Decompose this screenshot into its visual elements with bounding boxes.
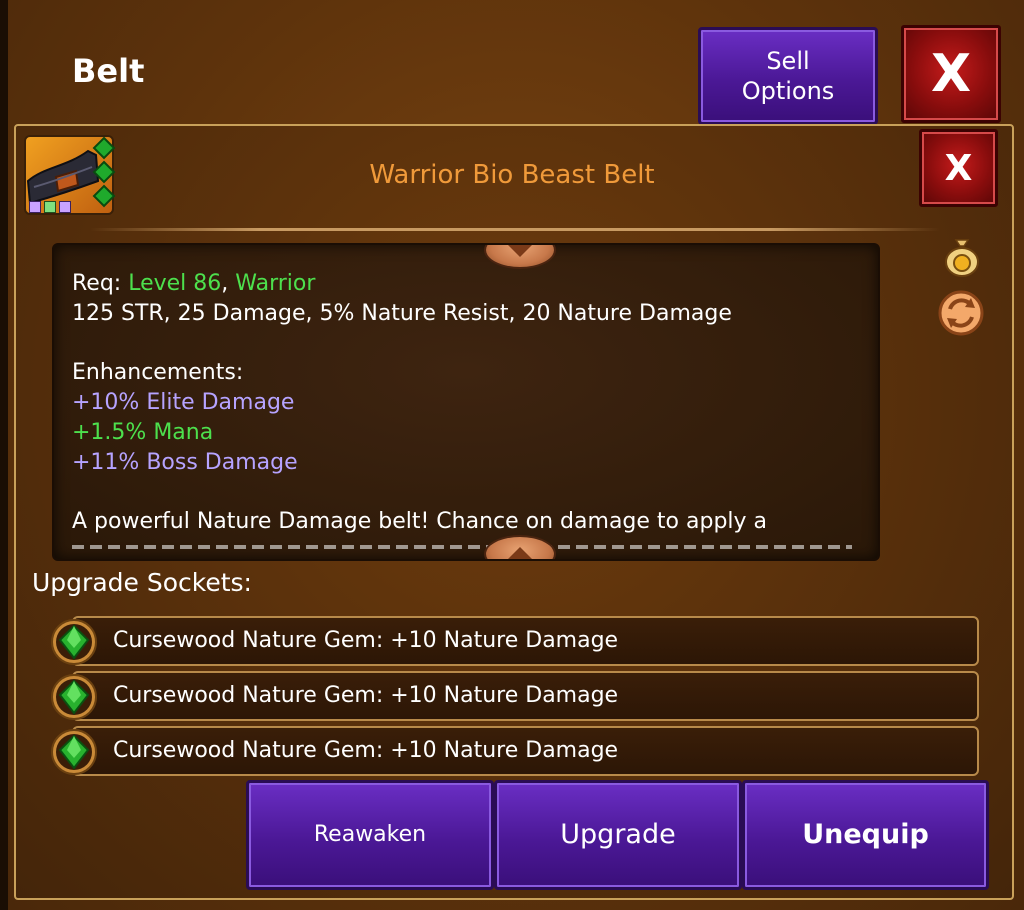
scroll-down-knob[interactable] bbox=[486, 537, 554, 559]
req-level: Level 86 bbox=[128, 271, 222, 296]
flavor-text-overflow bbox=[72, 542, 852, 552]
enhancements-heading: Enhancements: bbox=[72, 360, 244, 385]
enhancement-line: +11% Boss Damage bbox=[72, 450, 298, 475]
gold-bag-icon[interactable] bbox=[942, 232, 982, 278]
socket-text: Cursewood Nature Gem: +10 Nature Damage bbox=[113, 628, 619, 653]
close-icon: X bbox=[944, 147, 973, 189]
green-gem-icon bbox=[92, 136, 116, 160]
nature-gem-icon bbox=[51, 729, 97, 775]
rank-pip-3 bbox=[59, 201, 71, 213]
socket-text: Cursewood Nature Gem: +10 Nature Damage bbox=[113, 738, 619, 763]
rank-pip-1 bbox=[29, 201, 41, 213]
unequip-button[interactable]: Unequip bbox=[742, 780, 989, 890]
close-item-button[interactable]: X bbox=[919, 129, 998, 207]
chevron-up-icon bbox=[508, 547, 532, 559]
stats-line: 125 STR, 25 Damage, 5% Nature Resist, 20… bbox=[72, 301, 732, 326]
flavor-text: A powerful Nature Damage belt! Chance on… bbox=[72, 509, 768, 534]
title-divider bbox=[90, 228, 940, 231]
item-name: Warrior Bio Beast Belt bbox=[369, 160, 655, 190]
enhancement-line: +10% Elite Damage bbox=[72, 390, 295, 415]
socket-text: Cursewood Nature Gem: +10 Nature Damage bbox=[113, 683, 619, 708]
rank-pips bbox=[29, 201, 71, 213]
chevron-down-icon bbox=[508, 245, 532, 257]
dialog-title: Belt bbox=[72, 52, 145, 90]
req-separator: , bbox=[221, 271, 236, 296]
upgrade-button[interactable]: Upgrade bbox=[494, 780, 742, 890]
reawaken-button[interactable]: Reawaken bbox=[246, 780, 494, 890]
swap-icon[interactable] bbox=[937, 289, 985, 337]
rank-pip-2 bbox=[44, 201, 56, 213]
item-description-box[interactable]: Req: Level 86, Warrior 125 STR, 25 Damag… bbox=[52, 243, 880, 561]
close-dialog-button[interactable]: X bbox=[901, 25, 1001, 123]
close-icon: X bbox=[930, 44, 972, 104]
enhancement-line: +1.5% Mana bbox=[72, 420, 214, 445]
nature-gem-icon bbox=[51, 619, 97, 665]
req-class: Warrior bbox=[235, 271, 316, 296]
upgrade-sockets-label: Upgrade Sockets: bbox=[32, 568, 252, 597]
req-prefix: Req: bbox=[72, 271, 129, 296]
scroll-up-knob[interactable] bbox=[486, 245, 554, 267]
window-left-edge bbox=[0, 0, 8, 910]
nature-gem-icon bbox=[51, 674, 97, 720]
requirements-line: Req: Level 86, Warrior bbox=[72, 271, 315, 296]
sell-options-button[interactable]: Sell Options bbox=[698, 27, 878, 125]
